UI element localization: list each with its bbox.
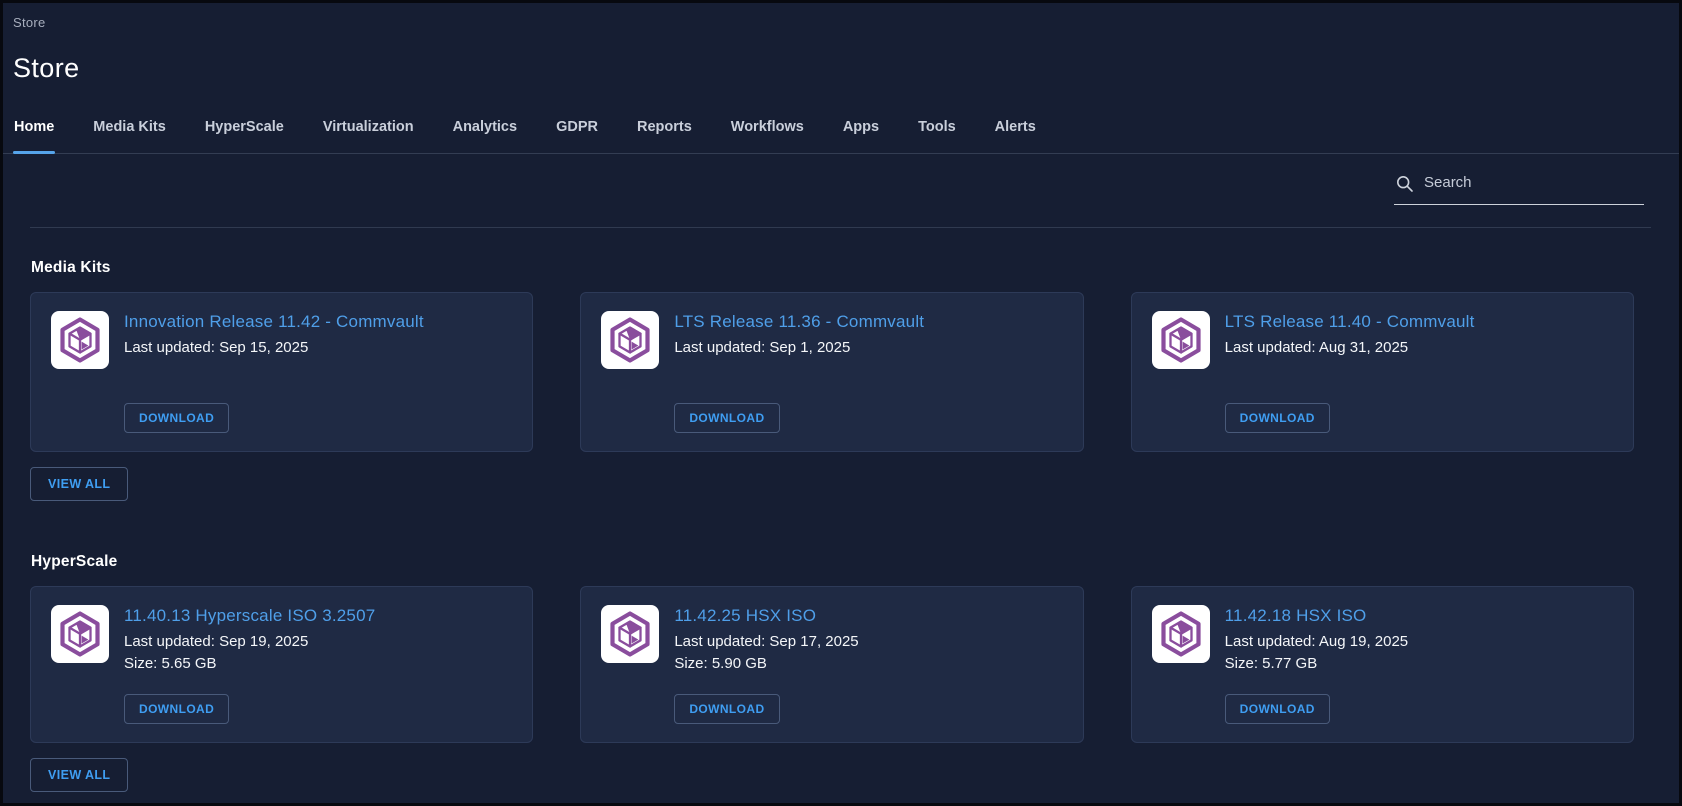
card-body: LTS Release 11.40 - Commvault Last updat…: [1225, 311, 1613, 433]
tab-analytics[interactable]: Analytics: [452, 117, 518, 153]
card-body: 11.42.18 HSX ISO Last updated: Aug 19, 2…: [1225, 605, 1613, 724]
view-all-media-kits-button[interactable]: VIEW ALL: [30, 467, 128, 501]
card-body: Innovation Release 11.42 - Commvault Las…: [124, 311, 512, 433]
tab-hyperscale[interactable]: HyperScale: [204, 117, 285, 153]
download-button[interactable]: DOWNLOAD: [674, 694, 779, 724]
card-last-updated: Last updated: Aug 31, 2025: [1225, 337, 1613, 359]
search-input[interactable]: [1394, 170, 1644, 205]
hyperscale-card: 11.42.25 HSX ISO Last updated: Sep 17, 2…: [580, 586, 1083, 743]
hyperscale-card: 11.42.18 HSX ISO Last updated: Aug 19, 2…: [1131, 586, 1634, 743]
card-title-link[interactable]: 11.42.18 HSX ISO: [1225, 606, 1613, 626]
tab-reports[interactable]: Reports: [636, 117, 693, 153]
card-last-updated: Last updated: Sep 15, 2025: [124, 337, 512, 359]
search-icon: [1396, 175, 1414, 193]
card-last-updated: Last updated: Sep 19, 2025: [124, 631, 512, 653]
media-kit-card: Innovation Release 11.42 - Commvault Las…: [30, 292, 533, 452]
store-page: Store Store Home Media Kits HyperScale V…: [0, 0, 1682, 806]
tab-tools[interactable]: Tools: [917, 117, 957, 153]
card-title-link[interactable]: LTS Release 11.36 - Commvault: [674, 312, 1062, 332]
card-body: LTS Release 11.36 - Commvault Last updat…: [674, 311, 1062, 433]
card-last-updated: Last updated: Aug 19, 2025: [1225, 631, 1613, 653]
card-size: Size: 5.65 GB: [124, 653, 512, 675]
tab-media-kits[interactable]: Media Kits: [92, 117, 167, 153]
package-cube-icon: [51, 311, 109, 369]
package-cube-icon: [51, 605, 109, 663]
hyperscale-card: 11.40.13 Hyperscale ISO 3.2507 Last upda…: [30, 586, 533, 743]
media-kits-grid: Innovation Release 11.42 - Commvault Las…: [30, 292, 1634, 452]
card-title-link[interactable]: Innovation Release 11.42 - Commvault: [124, 312, 512, 332]
tab-gdpr[interactable]: GDPR: [555, 117, 599, 153]
card-title-link[interactable]: 11.40.13 Hyperscale ISO 3.2507: [124, 606, 512, 626]
card-body: 11.42.25 HSX ISO Last updated: Sep 17, 2…: [674, 605, 1062, 724]
download-button[interactable]: DOWNLOAD: [1225, 694, 1330, 724]
package-cube-icon: [1152, 311, 1210, 369]
tab-workflows[interactable]: Workflows: [730, 117, 805, 153]
tab-bar: Home Media Kits HyperScale Virtualizatio…: [3, 117, 1679, 154]
search-field: [1394, 170, 1644, 205]
tab-home[interactable]: Home: [13, 117, 55, 153]
breadcrumb[interactable]: Store: [13, 15, 46, 30]
card-last-updated: Last updated: Sep 1, 2025: [674, 337, 1062, 359]
download-button[interactable]: DOWNLOAD: [124, 403, 229, 433]
package-cube-icon: [601, 311, 659, 369]
card-body: 11.40.13 Hyperscale ISO 3.2507 Last upda…: [124, 605, 512, 724]
card-size: Size: 5.90 GB: [674, 653, 1062, 675]
view-all-hyperscale-button[interactable]: VIEW ALL: [30, 758, 128, 792]
card-title-link[interactable]: 11.42.25 HSX ISO: [674, 606, 1062, 626]
section-title-hyperscale: HyperScale: [31, 553, 1679, 571]
package-cube-icon: [1152, 605, 1210, 663]
card-last-updated: Last updated: Sep 17, 2025: [674, 631, 1062, 653]
search-row: [3, 170, 1679, 205]
section-divider: [30, 227, 1651, 228]
card-title-link[interactable]: LTS Release 11.40 - Commvault: [1225, 312, 1613, 332]
download-button[interactable]: DOWNLOAD: [674, 403, 779, 433]
tab-virtualization[interactable]: Virtualization: [322, 117, 415, 153]
download-button[interactable]: DOWNLOAD: [1225, 403, 1330, 433]
hyperscale-grid: 11.40.13 Hyperscale ISO 3.2507 Last upda…: [30, 586, 1634, 743]
tab-alerts[interactable]: Alerts: [994, 117, 1037, 153]
tab-apps[interactable]: Apps: [842, 117, 880, 153]
media-kit-card: LTS Release 11.40 - Commvault Last updat…: [1131, 292, 1634, 452]
package-cube-icon: [601, 605, 659, 663]
page-title: Store: [13, 53, 1679, 84]
card-size: Size: 5.77 GB: [1225, 653, 1613, 675]
section-title-media-kits: Media Kits: [31, 259, 1679, 277]
download-button[interactable]: DOWNLOAD: [124, 694, 229, 724]
media-kit-card: LTS Release 11.36 - Commvault Last updat…: [580, 292, 1083, 452]
